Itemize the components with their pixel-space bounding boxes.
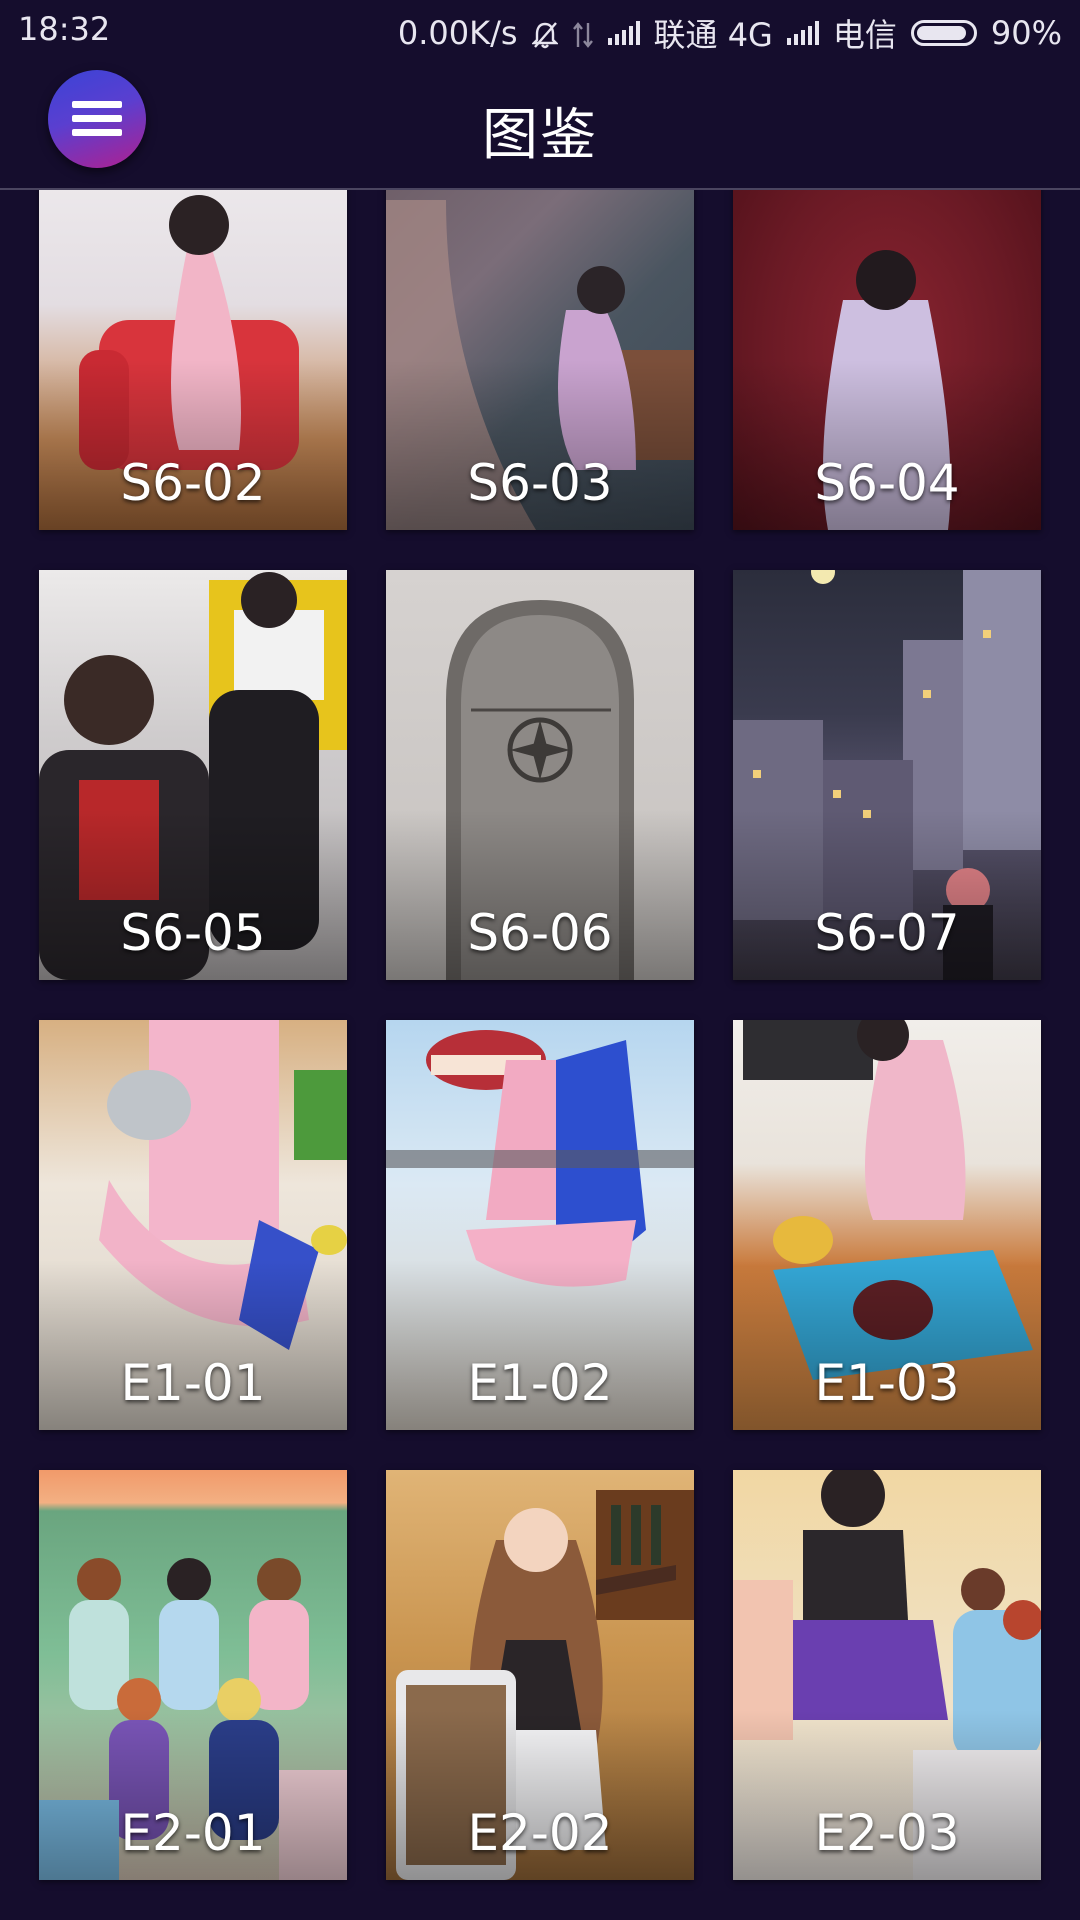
gallery-card[interactable]: S6-03 bbox=[386, 190, 694, 530]
status-right-group: 0.00K/s 联通 4G 电信 90% bbox=[398, 10, 1062, 56]
signal-icon bbox=[607, 21, 640, 45]
gallery-card[interactable]: S6-04 bbox=[733, 190, 1041, 530]
bell-mute-icon bbox=[530, 19, 559, 49]
carrier-1: 联通 4G bbox=[653, 16, 773, 54]
battery-icon bbox=[910, 20, 977, 46]
card-label: S6-06 bbox=[467, 904, 613, 962]
card-label: S6-07 bbox=[814, 904, 960, 962]
gallery-card[interactable]: S6-06 bbox=[386, 570, 694, 980]
gallery-card[interactable]: S6-02 bbox=[39, 190, 347, 530]
gallery-card[interactable]: E1-03 bbox=[733, 1020, 1041, 1430]
card-label: E2-02 bbox=[467, 1804, 613, 1862]
card-label: S6-02 bbox=[120, 454, 266, 512]
card-label: E2-01 bbox=[120, 1804, 266, 1862]
app-bar: 图鉴 bbox=[0, 60, 1080, 190]
battery-percent: 90% bbox=[990, 14, 1062, 52]
page-title: 图鉴 bbox=[482, 103, 598, 168]
card-label: E1-02 bbox=[467, 1354, 613, 1412]
gallery-card[interactable]: E2-03 bbox=[733, 1470, 1041, 1880]
signal-icon bbox=[786, 21, 819, 45]
network-speed: 0.00K/s bbox=[397, 14, 518, 52]
status-time: 18:32 bbox=[18, 10, 111, 48]
gallery-card[interactable]: S6-07 bbox=[733, 570, 1041, 980]
card-label: S6-05 bbox=[120, 904, 266, 962]
battery-fill bbox=[916, 26, 966, 40]
card-label: S6-04 bbox=[814, 454, 960, 512]
gallery-grid: S6-02 S6-03 S6-04 S6-05 S6-06 S6-07 E1-0… bbox=[0, 190, 1080, 1920]
gallery-card[interactable]: E1-01 bbox=[39, 1020, 347, 1430]
gallery-card[interactable]: E1-02 bbox=[386, 1020, 694, 1430]
card-label: S6-03 bbox=[467, 454, 613, 512]
card-label: E1-03 bbox=[814, 1354, 960, 1412]
data-transfer-icon bbox=[572, 19, 594, 48]
gallery-card[interactable]: E2-01 bbox=[39, 1470, 347, 1880]
gallery-card[interactable]: E2-02 bbox=[386, 1470, 694, 1880]
gallery-card[interactable]: S6-05 bbox=[39, 570, 347, 980]
card-label: E1-01 bbox=[120, 1354, 266, 1412]
card-label: E2-03 bbox=[814, 1804, 960, 1862]
status-bar: 18:32 0.00K/s 联通 4G 电信 90% bbox=[0, 0, 1080, 60]
carrier-2: 电信 bbox=[832, 16, 897, 54]
